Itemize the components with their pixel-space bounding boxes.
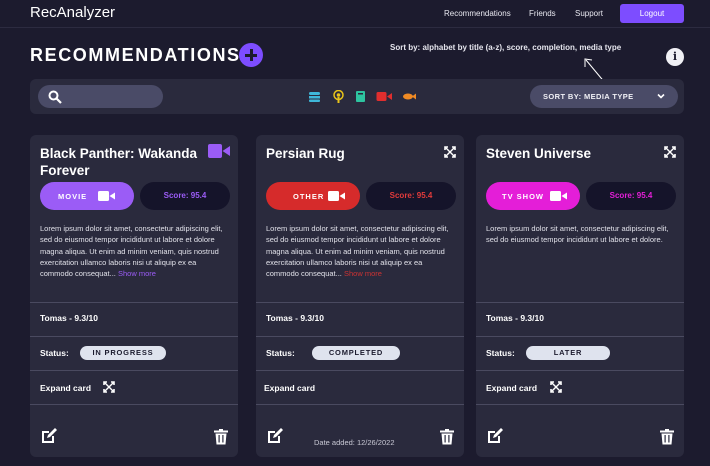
rating-text: Tomas - 9.3/10	[486, 313, 544, 323]
search-input[interactable]	[38, 85, 163, 108]
app-title[interactable]: RecAnalyzer	[30, 4, 115, 21]
card-title: Persian Rug	[266, 146, 345, 161]
divider	[476, 336, 684, 337]
status-label: Status:	[40, 348, 69, 358]
search-icon	[48, 90, 62, 104]
divider	[256, 370, 464, 371]
divider	[30, 370, 238, 371]
divider	[256, 404, 464, 405]
recommendation-card: Black Panther: Wakanda Forever MOVIE Sco…	[30, 135, 238, 457]
media-type-label: MOVIE	[58, 192, 88, 201]
date-added: Date added: 12/26/2022	[314, 438, 395, 447]
sort-dropdown[interactable]: SORT BY: MEDIA TYPE	[530, 85, 678, 108]
score-pill: Score: 95.4	[586, 182, 676, 210]
divider	[476, 302, 684, 303]
divider	[30, 336, 238, 337]
recommendation-card: Steven Universe TV SHOW Score: 95.4 Lore…	[476, 135, 684, 457]
status-badge[interactable]: IN PROGRESS	[80, 346, 166, 360]
media-type-pill[interactable]: OTHER	[266, 182, 360, 210]
video-icon	[550, 191, 567, 201]
status-label: Status:	[486, 348, 515, 358]
edit-icon[interactable]	[40, 427, 58, 445]
divider	[30, 302, 238, 303]
show-more-link[interactable]: Show more	[118, 269, 156, 278]
divider	[30, 404, 238, 405]
show-more-link[interactable]: Show more	[344, 269, 382, 278]
chevron-down-icon	[657, 93, 665, 99]
score-pill: Score: 95.4	[366, 182, 456, 210]
expand-icon[interactable]	[664, 146, 676, 158]
podcast-filter-icon[interactable]	[332, 90, 345, 103]
divider	[256, 302, 464, 303]
delete-icon[interactable]	[660, 429, 674, 445]
book-filter-icon[interactable]	[354, 90, 367, 103]
video-icon	[328, 191, 345, 201]
logout-button[interactable]: Logout	[620, 4, 684, 23]
sort-dropdown-label: SORT BY: MEDIA TYPE	[543, 92, 634, 101]
nav-link-recommendations[interactable]: Recommendations	[444, 9, 511, 18]
nav-link-friends[interactable]: Friends	[529, 9, 556, 18]
media-type-pill[interactable]: TV SHOW	[486, 182, 580, 210]
recommendation-card: Persian Rug OTHER Score: 95.4 Lorem ipsu…	[256, 135, 464, 457]
media-type-pill[interactable]: MOVIE	[40, 182, 134, 210]
info-icon[interactable]: i	[666, 48, 684, 66]
top-nav-bar: RecAnalyzer Recommendations Friends Supp…	[0, 0, 710, 28]
card-description: Lorem ipsum dolor sit amet, consectetur …	[266, 223, 456, 279]
video-filter-icon[interactable]	[376, 90, 392, 103]
status-badge[interactable]: COMPLETED	[312, 346, 400, 360]
filter-bar: SORT BY: MEDIA TYPE	[30, 79, 684, 114]
add-recommendation-button[interactable]	[239, 43, 263, 67]
expand-card-label[interactable]: Expand card	[40, 383, 91, 393]
divider	[476, 370, 684, 371]
delete-icon[interactable]	[214, 429, 228, 445]
edit-icon[interactable]	[486, 427, 504, 445]
status-label: Status:	[266, 348, 295, 358]
media-type-label: OTHER	[293, 192, 325, 201]
expand-icon[interactable]	[550, 381, 562, 393]
sort-note: Sort by: alphabet by title (a-z), score,…	[390, 43, 622, 52]
card-title: Black Panther: Wakanda Forever	[40, 146, 198, 178]
expand-card-label[interactable]: Expand card	[486, 383, 537, 393]
divider	[476, 404, 684, 405]
rating-text: Tomas - 9.3/10	[266, 313, 324, 323]
edit-icon[interactable]	[266, 427, 284, 445]
nav-link-support[interactable]: Support	[575, 9, 603, 18]
expand-icon[interactable]	[444, 146, 456, 158]
divider	[256, 336, 464, 337]
media-type-label: TV SHOW	[502, 192, 544, 201]
page-title: RECOMMENDATIONS	[30, 45, 241, 65]
card-description: Lorem ipsum dolor sit amet, consectetur …	[486, 224, 669, 245]
card-description: Lorem ipsum dolor sit amet, consectetur …	[40, 223, 230, 279]
expand-card-label[interactable]: Expand card	[264, 383, 315, 393]
expand-icon[interactable]	[103, 381, 115, 393]
movie-icon	[208, 144, 230, 158]
tv-filter-icon[interactable]	[308, 90, 321, 103]
status-badge[interactable]: LATER	[526, 346, 610, 360]
rating-text: Tomas - 9.3/10	[40, 313, 98, 323]
movie-icon	[98, 191, 115, 201]
delete-icon[interactable]	[440, 429, 454, 445]
fish-filter-icon[interactable]	[402, 90, 416, 103]
card-title: Steven Universe	[486, 146, 592, 161]
score-pill: Score: 95.4	[140, 182, 230, 210]
